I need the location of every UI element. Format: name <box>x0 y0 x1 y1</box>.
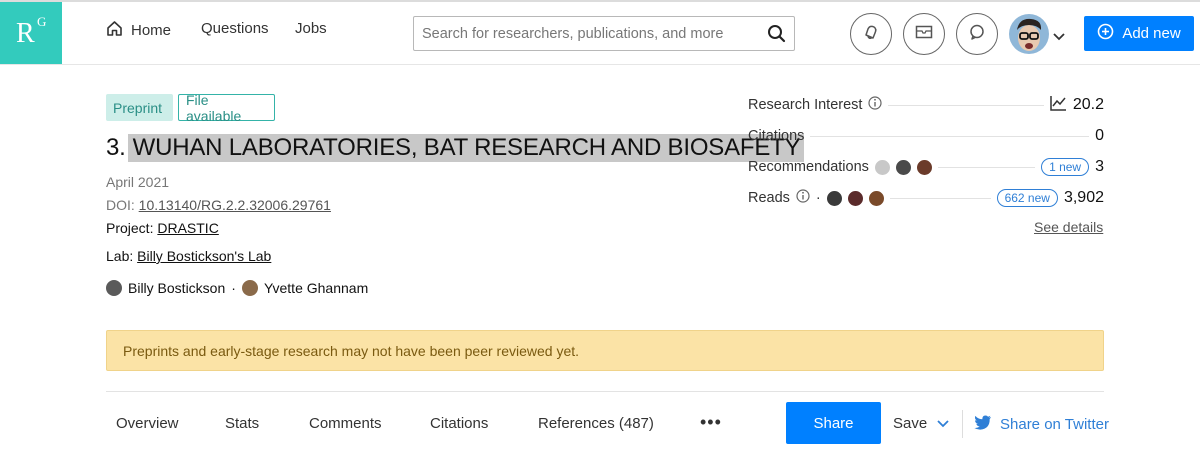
file-available-badge[interactable]: File available <box>178 92 275 124</box>
tab-overview[interactable]: Overview <box>116 415 179 432</box>
divider <box>106 391 1104 392</box>
add-new-label: Add new <box>1122 25 1181 42</box>
add-new-button[interactable]: Add new <box>1084 16 1194 51</box>
doi-line: DOI: 10.13140/RG.2.2.32006.29761 <box>106 197 331 213</box>
nav-home-label: Home <box>131 22 172 39</box>
save-label: Save <box>893 415 928 432</box>
bell-icon <box>862 23 880 46</box>
nav-home[interactable]: Home <box>106 20 171 41</box>
citations-value: 0 <box>1095 127 1104 144</box>
author-link-yvette-ghannam[interactable]: Yvette Ghannam <box>264 280 368 296</box>
chevron-down-icon[interactable] <box>937 415 949 432</box>
author-avatar[interactable] <box>241 280 258 296</box>
stat-citations[interactable]: Citations 0 <box>748 126 1104 146</box>
stat-research-interest[interactable]: Research Interest 20.2 <box>748 95 1104 115</box>
account-menu-chevron-down-icon[interactable] <box>1053 28 1065 46</box>
recommendations-label: Recommendations <box>748 159 869 175</box>
messages-button[interactable] <box>903 13 945 55</box>
recommendations-new-badge: 1 new <box>1041 158 1090 176</box>
lab-link[interactable]: Billy Bostickson's Lab <box>137 248 271 264</box>
share-on-twitter-button[interactable]: Share on Twitter <box>974 415 1109 434</box>
reads-label: Reads <box>748 190 790 206</box>
doi-label: DOI: <box>106 197 135 213</box>
stat-reads[interactable]: Reads · 662 new 3,902 <box>748 188 1104 208</box>
logo-letter-g: G <box>37 14 47 29</box>
page-title: 3. WUHAN LABORATORIES, BAT RESEARCH AND … <box>106 133 805 163</box>
stat-recommendations[interactable]: Recommendations 1 new 3 <box>748 157 1104 177</box>
tab-comments[interactable]: Comments <box>309 415 382 432</box>
stat-leader-line <box>937 166 1036 168</box>
reader-avatar[interactable] <box>826 190 842 206</box>
reads-separator: · <box>815 190 821 206</box>
research-interest-label: Research Interest <box>748 97 863 113</box>
search-icon[interactable] <box>767 24 786 48</box>
recommender-avatar[interactable] <box>895 159 911 175</box>
user-avatar[interactable] <box>1009 14 1049 54</box>
recommender-avatar[interactable] <box>874 159 890 175</box>
author-separator: · <box>231 280 236 296</box>
nav-jobs[interactable]: Jobs <box>295 20 327 37</box>
lab-line: Lab: Billy Bostickson's Lab <box>106 248 271 264</box>
author-list: Billy Bostickson · Yvette Ghannam <box>106 280 368 296</box>
search-input[interactable] <box>422 24 752 44</box>
nav-jobs-label: Jobs <box>295 20 327 37</box>
project-line: Project: DRASTIC <box>106 220 219 236</box>
reads-value: 3,902 <box>1063 189 1104 206</box>
twitter-icon <box>974 415 992 434</box>
reader-avatar[interactable] <box>868 190 884 206</box>
see-details-link[interactable]: See details <box>1034 219 1103 235</box>
notifications-button[interactable] <box>850 13 892 55</box>
nav-questions-label: Questions <box>201 20 269 37</box>
home-icon <box>106 20 123 41</box>
nav-questions[interactable]: Questions <box>201 20 269 37</box>
chat-button[interactable] <box>956 13 998 55</box>
search-box <box>413 16 795 51</box>
citations-label: Citations <box>748 128 805 144</box>
divider <box>962 410 963 438</box>
researchgate-logo[interactable]: R G <box>0 2 62 64</box>
tab-stats[interactable]: Stats <box>225 415 259 432</box>
more-options-button[interactable]: ••• <box>700 412 722 433</box>
info-icon[interactable] <box>796 189 810 207</box>
top-navigation-bar: R G Home Questions Jobs Search for resea… <box>0 0 1200 65</box>
share-button[interactable]: Share <box>786 402 881 444</box>
tab-references[interactable]: References (487) <box>538 415 654 432</box>
publication-date: April 2021 <box>106 174 170 190</box>
title-number: 3. <box>106 134 126 161</box>
peer-review-warning-banner: Preprints and early-stage research may n… <box>106 330 1104 371</box>
recommendations-value: 3 <box>1095 158 1104 175</box>
author-link-billy-bostickson[interactable]: Billy Bostickson <box>128 280 225 296</box>
plus-circle-icon <box>1097 23 1114 44</box>
share-on-twitter-label: Share on Twitter <box>1000 416 1109 433</box>
reader-avatar[interactable] <box>847 190 863 206</box>
research-interest-value: 20.2 <box>1072 96 1104 113</box>
title-text-highlighted: WUHAN LABORATORIES, BAT RESEARCH AND BIO… <box>127 134 805 162</box>
save-button[interactable]: Save <box>893 415 949 432</box>
stat-leader-line <box>889 197 991 199</box>
project-link[interactable]: DRASTIC <box>157 220 218 236</box>
project-label: Project: <box>106 220 154 236</box>
lab-label: Lab: <box>106 248 134 264</box>
stat-leader-line <box>888 104 1044 106</box>
info-icon[interactable] <box>868 96 883 114</box>
author-avatar[interactable] <box>106 280 122 296</box>
logo-letter-r: R <box>16 18 35 49</box>
reads-new-badge: 662 new <box>996 189 1058 207</box>
mail-icon <box>915 25 933 44</box>
trend-chart-icon <box>1050 94 1067 116</box>
stat-leader-line <box>810 135 1090 137</box>
recommender-avatar[interactable] <box>916 159 932 175</box>
doi-link[interactable]: 10.13140/RG.2.2.32006.29761 <box>139 197 331 213</box>
tab-citations[interactable]: Citations <box>430 415 488 432</box>
preprint-badge: Preprint <box>106 94 173 121</box>
chat-bubble-icon <box>968 23 986 46</box>
